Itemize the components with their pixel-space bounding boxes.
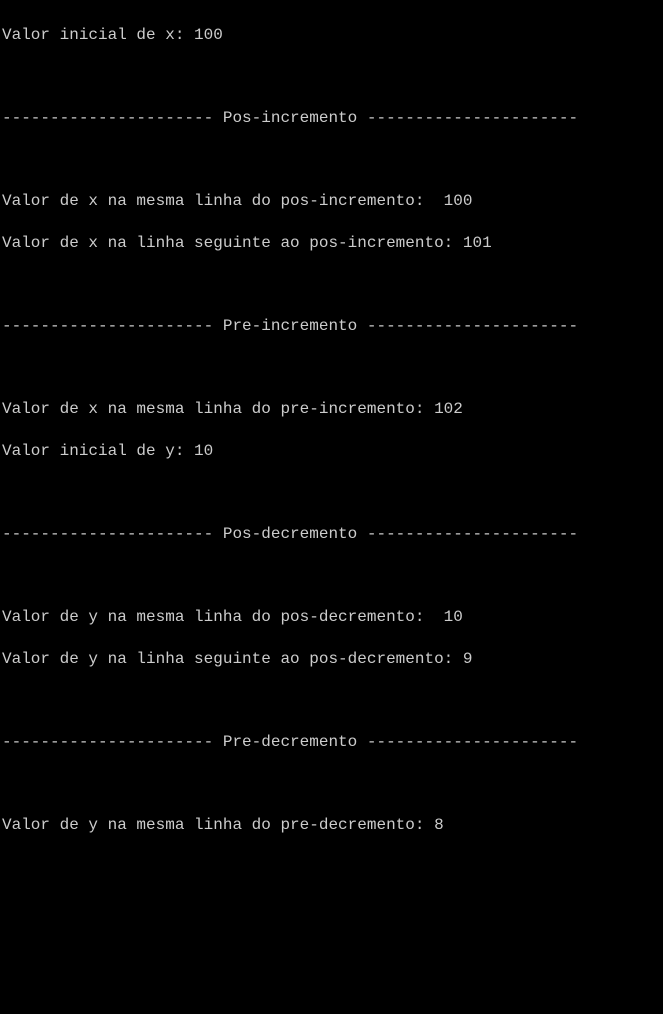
blank-line bbox=[2, 566, 663, 587]
blank-line bbox=[2, 898, 663, 919]
output-line: Valor de y na linha seguinte ao pos-decr… bbox=[2, 649, 663, 670]
blank-line bbox=[2, 773, 663, 794]
blank-line bbox=[2, 66, 663, 87]
section-divider: ---------------------- Pos-incremento --… bbox=[2, 108, 663, 129]
section-divider: ---------------------- Pre-incremento --… bbox=[2, 316, 663, 337]
output-line: Valor de x na mesma linha do pre-increme… bbox=[2, 399, 663, 420]
blank-line bbox=[2, 358, 663, 379]
section-divider: ---------------------- Pos-decremento --… bbox=[2, 524, 663, 545]
text-pre-inc-same: Valor de x na mesma linha do pre-increme… bbox=[2, 400, 463, 418]
output-line: Valor de x na mesma linha do pos-increme… bbox=[2, 191, 663, 212]
text-initial-x: Valor inicial de x: 100 bbox=[2, 26, 223, 44]
blank-line bbox=[2, 857, 663, 878]
text-pos-dec-next: Valor de y na linha seguinte ao pos-decr… bbox=[2, 650, 472, 668]
output-line: Valor de y na mesma linha do pre-decreme… bbox=[2, 815, 663, 836]
section-divider: ---------------------- Pre-decremento --… bbox=[2, 732, 663, 753]
divider-pos-decremento: ---------------------- Pos-decremento --… bbox=[2, 525, 578, 543]
text-pos-inc-same: Valor de x na mesma linha do pos-increme… bbox=[2, 192, 472, 210]
output-line: Valor de x na linha seguinte ao pos-incr… bbox=[2, 233, 663, 254]
blank-line bbox=[2, 482, 663, 503]
blank-line bbox=[2, 274, 663, 295]
output-line: Valor inicial de y: 10 bbox=[2, 441, 663, 462]
divider-pos-incremento: ---------------------- Pos-incremento --… bbox=[2, 109, 578, 127]
text-pos-dec-same: Valor de y na mesma linha do pos-decreme… bbox=[2, 608, 463, 626]
blank-line bbox=[2, 690, 663, 711]
blank-line bbox=[2, 150, 663, 171]
output-line: Valor de y na mesma linha do pos-decreme… bbox=[2, 607, 663, 628]
divider-pre-decremento: ---------------------- Pre-decremento --… bbox=[2, 733, 578, 751]
divider-pre-incremento: ---------------------- Pre-incremento --… bbox=[2, 317, 578, 335]
text-initial-y: Valor inicial de y: 10 bbox=[2, 442, 213, 460]
text-pre-dec-same: Valor de y na mesma linha do pre-decreme… bbox=[2, 816, 444, 834]
text-pos-inc-next: Valor de x na linha seguinte ao pos-incr… bbox=[2, 234, 492, 252]
output-line: Valor inicial de x: 100 bbox=[2, 25, 663, 46]
